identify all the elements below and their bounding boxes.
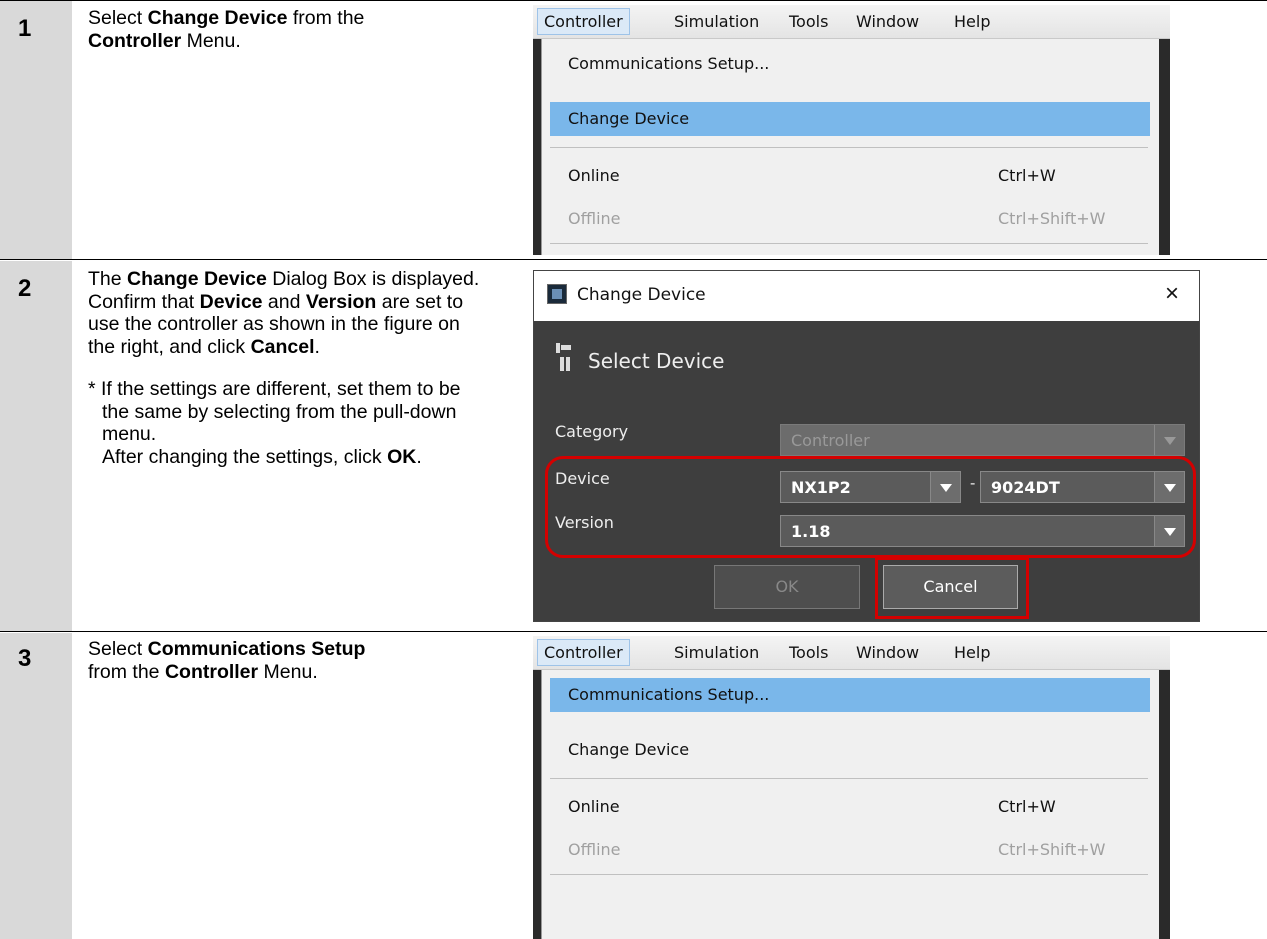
step-number-1: 1 [18, 15, 32, 42]
step-column-2 [0, 261, 72, 631]
step-description-2: The Change Device Dialog Box is displaye… [88, 268, 488, 468]
step-2-note: * If the settings are different, set the… [88, 378, 461, 468]
menu-item-change-device[interactable]: Change Device [550, 102, 1150, 136]
row-divider-2 [0, 631, 1267, 632]
menu-item-online[interactable]: Online Ctrl+W [550, 159, 1150, 193]
menu-window[interactable]: Window [856, 12, 919, 31]
highlight-device-version [545, 456, 1196, 558]
dialog-title: Change Device [577, 285, 706, 305]
app-icon [547, 284, 567, 304]
menu-separator [550, 147, 1148, 148]
row-divider-1 [0, 259, 1267, 260]
menu-simulation[interactable]: Simulation [674, 643, 759, 662]
menu-bar: Controller Simulation Tools Window Help [533, 5, 1170, 39]
menu-tools[interactable]: Tools [789, 12, 828, 31]
step-column-3 [0, 633, 72, 939]
menu-controller[interactable]: Controller [537, 639, 630, 666]
menu-item-offline: Offline Ctrl+Shift+W [568, 209, 1106, 228]
shortcut-online: Ctrl+W [998, 797, 1056, 816]
controller-dropdown: Communications Setup... Change Device On… [541, 670, 1159, 939]
ok-button[interactable]: OK [714, 565, 860, 609]
menu-separator [550, 778, 1148, 779]
menu-controller[interactable]: Controller [537, 8, 630, 35]
change-device-dialog: Change Device × Select Device Category C… [533, 270, 1200, 622]
chevron-down-icon [1154, 425, 1184, 455]
step-column-1 [0, 1, 72, 259]
menu-separator [550, 243, 1148, 244]
category-label: Category [555, 422, 629, 441]
controller-menu-screenshot-3: Controller Simulation Tools Window Help … [533, 636, 1170, 939]
menu-help[interactable]: Help [954, 12, 990, 31]
step-number-3: 3 [18, 645, 32, 672]
category-select: Controller [780, 424, 1185, 456]
menu-item-online[interactable]: Online Ctrl+W [550, 790, 1150, 824]
device-icon [556, 343, 576, 377]
menu-item-communications-setup[interactable]: Communications Setup... [550, 678, 1150, 712]
menu-item-offline: Offline Ctrl+Shift+W [568, 840, 1106, 859]
menu-simulation[interactable]: Simulation [674, 12, 759, 31]
close-icon[interactable]: × [1165, 280, 1179, 308]
controller-dropdown: Communications Setup... Change Device On… [541, 39, 1159, 255]
step-description-3: Select Communications Setup from the Con… [88, 638, 366, 683]
controller-menu-screenshot-1: Controller Simulation Tools Window Help … [533, 5, 1170, 255]
shortcut-online: Ctrl+W [998, 166, 1056, 185]
menu-bar: Controller Simulation Tools Window Help [533, 636, 1170, 670]
menu-tools[interactable]: Tools [789, 643, 828, 662]
highlight-cancel-button [875, 557, 1029, 619]
menu-window[interactable]: Window [856, 643, 919, 662]
menu-separator [550, 874, 1148, 875]
shortcut-offline: Ctrl+Shift+W [998, 209, 1106, 228]
dialog-title-bar: Change Device × [534, 271, 1199, 321]
menu-item-change-device[interactable]: Change Device [550, 733, 1150, 767]
step-number-2: 2 [18, 275, 32, 302]
step-description-1: Select Change Device from the Controller… [88, 7, 365, 52]
row-divider-top [0, 0, 1267, 1]
menu-item-communications-setup[interactable]: Communications Setup... [550, 47, 1150, 81]
menu-help[interactable]: Help [954, 643, 990, 662]
shortcut-offline: Ctrl+Shift+W [998, 840, 1106, 859]
section-title: Select Device [588, 349, 725, 373]
